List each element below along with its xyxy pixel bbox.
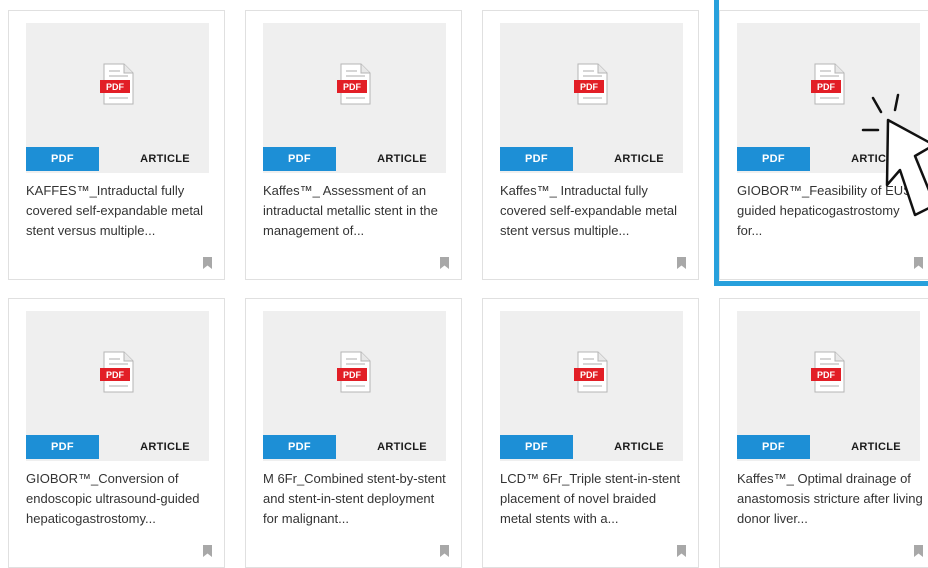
article-tag: ARTICLE — [377, 441, 427, 453]
card-title[interactable]: Kaffes™_ Intraductal fully covered self-… — [500, 181, 688, 241]
tag-row: PDF ARTICLE — [737, 435, 920, 459]
card-thumbnail[interactable]: PDF PDF ARTICLE — [26, 23, 209, 173]
tag-row: PDF ARTICLE — [737, 147, 920, 171]
pdf-tag[interactable]: PDF — [263, 147, 336, 171]
article-tag: ARTICLE — [140, 153, 190, 165]
pdf-file-icon: PDF — [811, 63, 845, 105]
svg-text:PDF: PDF — [106, 82, 125, 92]
bookmark-icon[interactable] — [440, 545, 449, 557]
article-tag: ARTICLE — [851, 153, 901, 165]
bookmark-icon[interactable] — [677, 545, 686, 557]
document-card[interactable]: PDF PDF ARTICLE KAFFES™_Intraductal full… — [8, 10, 225, 280]
document-card[interactable]: PDF PDF ARTICLE GIOBOR™_Feasibility of E… — [719, 10, 928, 280]
bookmark-icon[interactable] — [914, 545, 923, 557]
svg-text:PDF: PDF — [106, 370, 125, 380]
card-thumbnail[interactable]: PDF PDF ARTICLE — [737, 23, 920, 173]
svg-text:PDF: PDF — [580, 82, 599, 92]
tag-row: PDF ARTICLE — [26, 435, 209, 459]
bookmark-icon[interactable] — [914, 257, 923, 269]
card-title[interactable]: Kaffes™_ Assessment of an intraductal me… — [263, 181, 451, 241]
tag-row: PDF ARTICLE — [500, 147, 683, 171]
tag-row: PDF ARTICLE — [26, 147, 209, 171]
svg-text:PDF: PDF — [817, 82, 836, 92]
pdf-tag[interactable]: PDF — [737, 435, 810, 459]
bookmark-icon[interactable] — [203, 545, 212, 557]
card-title[interactable]: KAFFES™_Intraductal fully covered self-e… — [26, 181, 214, 241]
card-thumbnail[interactable]: PDF PDF ARTICLE — [737, 311, 920, 461]
pdf-file-icon: PDF — [337, 351, 371, 393]
card-thumbnail[interactable]: PDF PDF ARTICLE — [263, 23, 446, 173]
svg-text:PDF: PDF — [817, 370, 836, 380]
svg-text:PDF: PDF — [343, 370, 362, 380]
pdf-file-icon: PDF — [337, 63, 371, 105]
article-tag: ARTICLE — [614, 153, 664, 165]
pdf-file-icon: PDF — [574, 351, 608, 393]
pdf-tag[interactable]: PDF — [263, 435, 336, 459]
article-tag: ARTICLE — [614, 441, 664, 453]
card-title[interactable]: M 6Fr_Combined stent-by-stent and stent-… — [263, 469, 451, 529]
card-thumbnail[interactable]: PDF PDF ARTICLE — [263, 311, 446, 461]
document-card[interactable]: PDF PDF ARTICLE Kaffes™_ Assessment of a… — [245, 10, 462, 280]
card-thumbnail[interactable]: PDF PDF ARTICLE — [26, 311, 209, 461]
tag-row: PDF ARTICLE — [263, 147, 446, 171]
pdf-tag[interactable]: PDF — [26, 147, 99, 171]
document-card[interactable]: PDF PDF ARTICLE Kaffes™_ Intraductal ful… — [482, 10, 699, 280]
pdf-file-icon: PDF — [811, 351, 845, 393]
card-title[interactable]: GIOBOR™_Conversion of endoscopic ultraso… — [26, 469, 214, 529]
article-tag: ARTICLE — [140, 441, 190, 453]
card-thumbnail[interactable]: PDF PDF ARTICLE — [500, 311, 683, 461]
pdf-file-icon: PDF — [100, 351, 134, 393]
svg-text:PDF: PDF — [343, 82, 362, 92]
document-grid: PDF PDF ARTICLE KAFFES™_Intraductal full… — [8, 10, 928, 568]
tag-row: PDF ARTICLE — [263, 435, 446, 459]
document-card[interactable]: PDF PDF ARTICLE Kaffes™_ Optimal drainag… — [719, 298, 928, 568]
card-title[interactable]: GIOBOR™_Feasibility of EUS-guided hepati… — [737, 181, 925, 241]
article-tag: ARTICLE — [377, 153, 427, 165]
document-card[interactable]: PDF PDF ARTICLE LCD™ 6Fr_Triple stent-in… — [482, 298, 699, 568]
pdf-tag[interactable]: PDF — [737, 147, 810, 171]
pdf-tag[interactable]: PDF — [500, 435, 573, 459]
document-card[interactable]: PDF PDF ARTICLE GIOBOR™_Conversion of en… — [8, 298, 225, 568]
pdf-file-icon: PDF — [100, 63, 134, 105]
article-tag: ARTICLE — [851, 441, 901, 453]
pdf-file-icon: PDF — [574, 63, 608, 105]
bookmark-icon[interactable] — [677, 257, 686, 269]
pdf-tag[interactable]: PDF — [500, 147, 573, 171]
card-title[interactable]: LCD™ 6Fr_Triple stent-in-stent placement… — [500, 469, 688, 529]
pdf-tag[interactable]: PDF — [26, 435, 99, 459]
card-thumbnail[interactable]: PDF PDF ARTICLE — [500, 23, 683, 173]
bookmark-icon[interactable] — [203, 257, 212, 269]
document-card[interactable]: PDF PDF ARTICLE M 6Fr_Combined stent-by-… — [245, 298, 462, 568]
card-title[interactable]: Kaffes™_ Optimal drainage of anastomosis… — [737, 469, 925, 529]
tag-row: PDF ARTICLE — [500, 435, 683, 459]
bookmark-icon[interactable] — [440, 257, 449, 269]
svg-text:PDF: PDF — [580, 370, 599, 380]
